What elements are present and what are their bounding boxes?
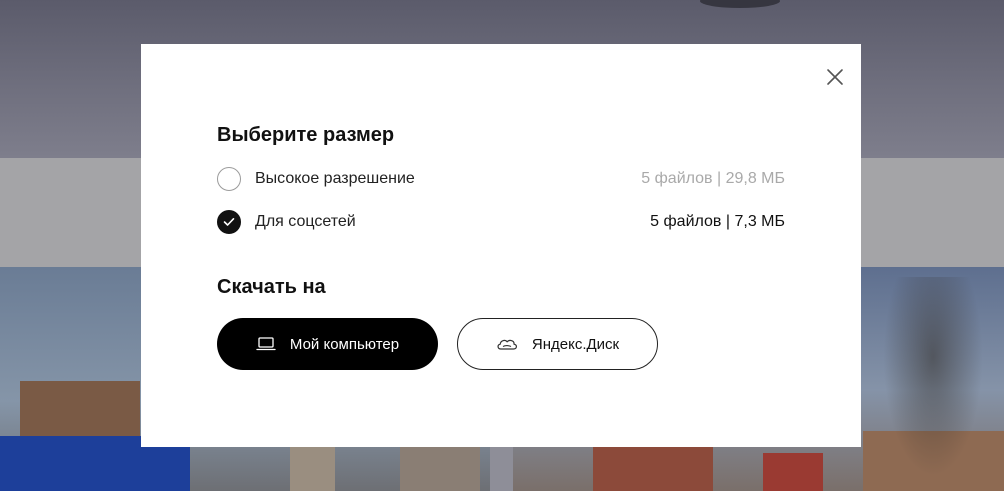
option-label: Для соцсетей (255, 213, 356, 230)
option-social-media[interactable]: Для соцсетей 5 файлов | 7,3 МБ (217, 209, 785, 235)
close-icon (827, 69, 843, 85)
option-file-info: 5 файлов | 7,3 МБ (650, 213, 785, 230)
background-object (700, 0, 780, 8)
background-tree (883, 277, 983, 477)
check-icon (223, 218, 235, 226)
button-label: Яндекс.Диск (531, 335, 620, 353)
option-label: Высокое разрешение (255, 170, 415, 187)
background-building (593, 447, 713, 491)
cloud-icon (496, 337, 518, 351)
option-file-info: 5 файлов | 29,8 МБ (641, 170, 785, 187)
background-building (400, 446, 480, 491)
option-high-resolution[interactable]: Высокое разрешение 5 файлов | 29,8 МБ (217, 166, 785, 192)
download-to-computer-button[interactable]: Мой компьютер (217, 318, 438, 370)
button-label: Мой компьютер (289, 335, 400, 353)
size-heading: Выберите размер (217, 124, 395, 146)
radio-high-resolution[interactable] (217, 167, 241, 191)
close-button[interactable] (824, 66, 846, 88)
download-dialog: Выберите размер Высокое разрешение 5 фай… (141, 44, 861, 447)
radio-social-media[interactable] (217, 210, 241, 234)
download-to-yandex-disk-button[interactable]: Яндекс.Диск (457, 318, 658, 370)
background-building (763, 453, 823, 491)
laptop-icon (256, 337, 276, 351)
download-heading: Скачать на (217, 276, 326, 298)
